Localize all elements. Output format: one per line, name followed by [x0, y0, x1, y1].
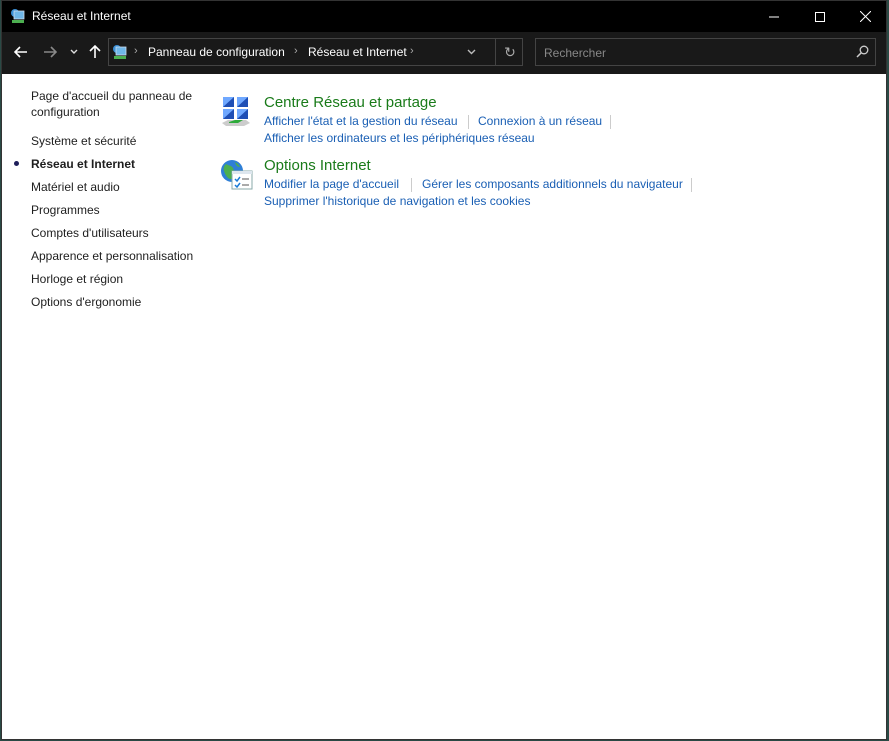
sidebar-item-systeme[interactable]: Système et sécurité: [31, 133, 136, 149]
search-icon[interactable]: [856, 45, 869, 58]
back-button[interactable]: [12, 42, 30, 62]
close-button[interactable]: [842, 1, 888, 32]
sidebar-item-ergonomie[interactable]: Options d'ergonomie: [31, 294, 141, 310]
internet-options-icon[interactable]: [220, 158, 254, 192]
recent-locations-button[interactable]: [68, 42, 80, 62]
sidebar-item-materiel[interactable]: Matériel et audio: [31, 179, 120, 195]
link-change-homepage[interactable]: Modifier la page d'accueil: [264, 177, 399, 191]
network-center-icon[interactable]: [220, 95, 252, 129]
refresh-button[interactable]: ↻: [495, 39, 524, 65]
link-separator: [691, 178, 692, 192]
close-icon: [859, 11, 871, 22]
navigation-bar: › Panneau de configuration › Réseau et I…: [2, 32, 886, 74]
forward-button[interactable]: [41, 42, 59, 62]
control-panel-window: Réseau et Internet › Panneau de configur…: [1, 0, 887, 740]
sidebar-item-apparence[interactable]: Apparence et personnalisation: [31, 248, 193, 264]
sidebar-item-programmes[interactable]: Programmes: [31, 202, 100, 218]
minimize-icon: [769, 16, 779, 17]
refresh-icon: ↻: [504, 43, 516, 60]
sidebar-item-home[interactable]: Page d'accueil du panneau de configurati…: [31, 88, 192, 120]
breadcrumb-separator-icon: ›: [134, 45, 138, 57]
link-separator: [411, 178, 412, 192]
maximize-button[interactable]: [797, 1, 843, 32]
sidebar-item-reseau[interactable]: Réseau et Internet: [31, 156, 135, 172]
breadcrumb-reseau[interactable]: Réseau et Internet: [308, 45, 407, 59]
link-separator: [468, 115, 469, 129]
link-connect-network[interactable]: Connexion à un réseau: [478, 114, 602, 128]
network-app-icon: [11, 9, 25, 23]
sidebar-item-label: configuration: [31, 105, 100, 119]
arrow-left-icon: [14, 46, 27, 58]
address-bar[interactable]: › Panneau de configuration › Réseau et I…: [108, 38, 523, 66]
sidebar-item-comptes[interactable]: Comptes d'utilisateurs: [31, 225, 149, 241]
network-location-icon: [113, 45, 127, 59]
breadcrumb-separator-icon[interactable]: ›: [294, 45, 298, 57]
category-title-internet-options[interactable]: Options Internet: [264, 157, 371, 174]
arrow-right-icon: [44, 46, 57, 58]
title-bar: Réseau et Internet: [2, 1, 886, 32]
category-title-network-center[interactable]: Centre Réseau et partage: [264, 94, 437, 111]
sidebar-item-horloge[interactable]: Horloge et région: [31, 271, 123, 287]
search-input[interactable]: [536, 39, 846, 67]
chevron-down-icon: [467, 49, 476, 55]
link-separator: [610, 115, 611, 129]
chevron-down-icon: [70, 49, 78, 54]
link-view-network-status[interactable]: Afficher l'état et la gestion du réseau: [264, 114, 458, 128]
active-bullet: [14, 161, 19, 166]
link-view-network-devices[interactable]: Afficher les ordinateurs et les périphér…: [264, 131, 535, 145]
breadcrumb-panneau[interactable]: Panneau de configuration: [148, 45, 285, 59]
sidebar-item-label: Page d'accueil du panneau de: [31, 89, 193, 103]
link-delete-history[interactable]: Supprimer l'historique de navigation et …: [264, 194, 530, 208]
search-box[interactable]: [535, 38, 876, 67]
minimize-button[interactable]: [751, 1, 797, 32]
link-manage-addons[interactable]: Gérer les composants additionnels du nav…: [422, 177, 683, 191]
arrow-up-icon: [89, 45, 101, 58]
window-title: Réseau et Internet: [32, 9, 131, 23]
maximize-icon: [815, 11, 825, 22]
address-dropdown-button[interactable]: [467, 44, 476, 58]
up-button[interactable]: [87, 42, 103, 62]
breadcrumb-separator-icon[interactable]: ›: [410, 45, 414, 57]
